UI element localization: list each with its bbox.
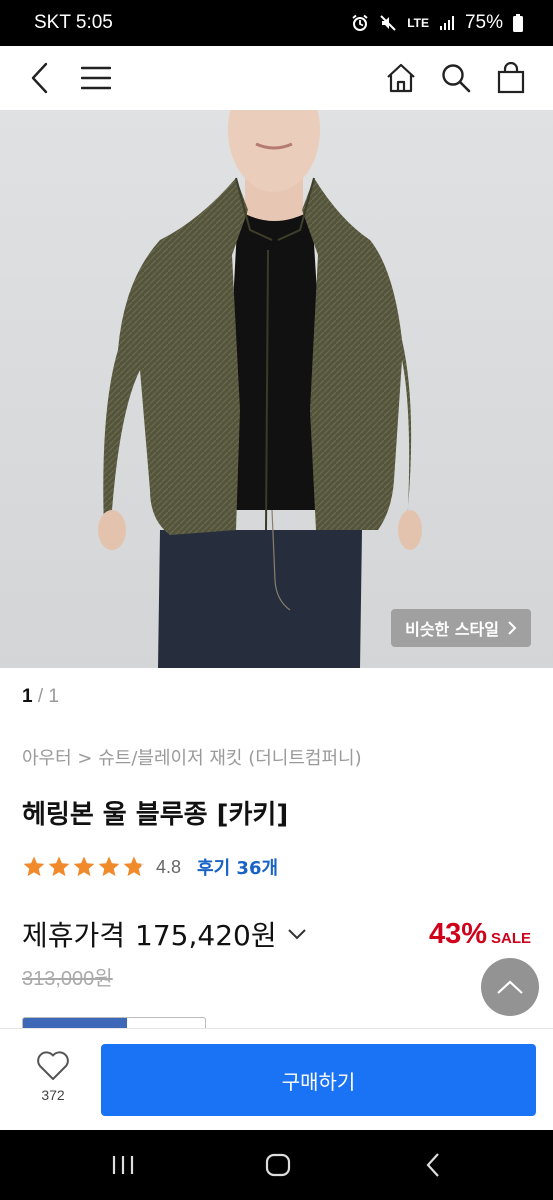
chevron-right-icon [508,621,517,635]
top-nav [0,46,553,110]
buy-button[interactable]: 구매하기 [101,1044,536,1116]
search-button[interactable] [434,56,478,100]
search-icon [442,64,471,93]
breadcrumb[interactable]: 아우터 > 슈트/블레이저 재킷 (더니트컴퍼니) [22,744,362,770]
similar-style-label: 비슷한 스타일 [405,620,499,639]
price-label: 제휴가격 [22,919,126,952]
sale-label: SALE [490,930,531,947]
cart-icon [497,62,525,94]
original-price: 313,000원 [22,968,113,990]
cart-button[interactable] [489,56,533,100]
system-nav-bar [0,1130,553,1200]
alarm-icon [352,14,368,31]
system-home-button[interactable] [258,1148,298,1182]
similar-style-button[interactable]: 비슷한 스타일 [391,609,531,647]
star-icon [73,856,95,876]
price-value: 175,420원 [135,919,277,952]
status-carrier-time: SKT 5:05 [34,12,113,33]
home-icon [387,63,415,93]
back-icon [31,62,48,94]
buy-bar: 372 구매하기 [0,1028,553,1130]
pager-current: 1 [22,686,33,707]
star-icon [23,856,45,876]
star-icon [123,856,145,876]
image-pager: 1 / 1 [22,686,59,708]
status-icons: LTE 75% [351,12,523,34]
product-photo [0,110,553,668]
star-rating [22,855,146,879]
review-count-link[interactable]: 후기 36개 [197,854,278,880]
signal-icon [439,16,454,30]
back-button[interactable] [18,56,62,100]
chevron-up-icon [497,980,523,994]
star-icon [48,856,70,876]
system-home-icon [265,1153,291,1177]
price-detail-toggle[interactable] [287,925,307,944]
rating-score: 4.8 [156,856,182,877]
pager-total: 1 [48,686,59,707]
battery-percent: 75% [464,12,503,33]
star-icon [98,856,120,876]
pager-separator: / [37,686,44,707]
product-image[interactable]: 비슷한 스타일 [0,110,553,668]
heart-icon [37,1051,69,1080]
network-label: LTE [407,16,429,30]
product-title: 헤링본 울 블루종 [카키] [22,800,289,830]
recent-apps-button[interactable] [103,1148,143,1182]
discount-percent: 43% [428,918,487,950]
battery-icon [513,14,523,32]
home-button[interactable] [379,56,423,100]
scroll-top-button[interactable] [481,958,539,1016]
discount-badge: 43% SALE [429,918,531,951]
wish-count: 372 [41,1087,65,1103]
menu-icon [81,66,111,90]
system-back-button[interactable] [413,1148,453,1182]
mute-icon [380,15,396,31]
system-back-icon [426,1153,439,1177]
wishlist-button[interactable]: 372 [22,1051,84,1115]
menu-button[interactable] [74,56,118,100]
status-bar: SKT 5:05 LTE 75% [0,0,553,46]
chevron-down-icon [287,928,306,939]
recent-apps-icon [112,1156,134,1174]
rating-row: 4.8 후기 36개 [22,854,278,880]
price-row: 제휴가격 175,420원 [22,914,307,954]
